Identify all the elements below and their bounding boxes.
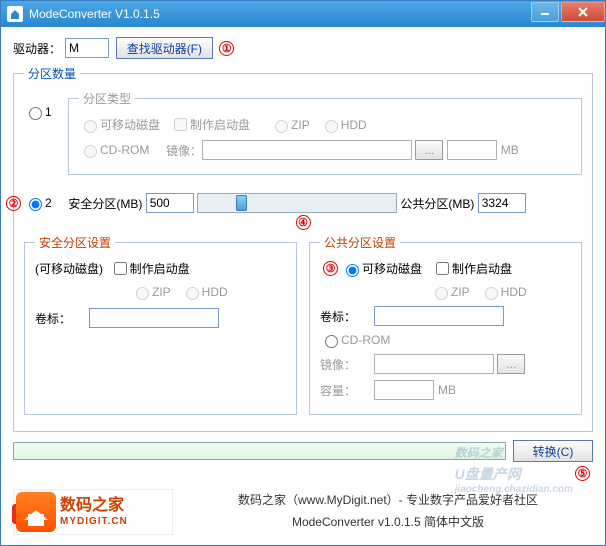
mark-3: ③ xyxy=(323,261,338,276)
secure-hdd: HDD xyxy=(181,284,228,300)
pt-cdrom: CD-ROM xyxy=(79,142,149,158)
public-vol-label: 卷标： xyxy=(320,308,374,325)
public-capacity-label: 容量： xyxy=(320,382,374,399)
public-browse-button: ... xyxy=(497,354,525,374)
mark-4: ④ xyxy=(296,215,311,230)
secure-sub: (可移动磁盘) xyxy=(35,260,103,277)
slider-thumb[interactable] xyxy=(236,195,247,211)
partition-count-legend: 分区数量 xyxy=(24,65,80,82)
minimize-button[interactable] xyxy=(531,2,559,22)
logo-house-icon xyxy=(16,492,56,532)
public-config-group: 公共分区设置 ③ 可移动磁盘 制作启动盘 ZIP HDD 卷标： xyxy=(309,234,582,415)
size-slider[interactable] xyxy=(197,193,397,213)
secure-makeboot[interactable]: 制作启动盘 xyxy=(110,259,190,278)
find-drive-button[interactable]: 查找驱动器(F) xyxy=(116,37,213,59)
pt-image-label: 镜像： xyxy=(166,142,202,159)
pt-zip: ZIP xyxy=(270,117,310,133)
footer-line1: 数码之家（www.MyDigit.net）- 专业数字产品爱好者社区 xyxy=(183,490,593,512)
public-image-label: 镜像： xyxy=(320,356,374,373)
pt-makeboot: 制作启动盘 xyxy=(170,115,250,134)
titlebar: ModeConverter V1.0.1.5 xyxy=(1,1,605,27)
public-mb: MB xyxy=(438,383,456,397)
pt-removable: 可移动磁盘 xyxy=(79,116,160,133)
mark-2: ② xyxy=(6,196,21,211)
window-title: ModeConverter V1.0.1.5 xyxy=(29,7,160,21)
pt-mb: MB xyxy=(501,143,519,157)
convert-button[interactable]: 转换(C) xyxy=(513,440,593,462)
app-icon xyxy=(7,6,23,22)
public-config-legend: 公共分区设置 xyxy=(320,234,400,251)
public-hdd: HDD xyxy=(480,284,527,300)
logo-domain: MYDIGIT.CN xyxy=(60,516,128,528)
partition-count-2[interactable]: 2 xyxy=(24,195,52,211)
public-cdrom[interactable]: CD-ROM xyxy=(320,332,390,348)
footer-text: 数码之家（www.MyDigit.net）- 专业数字产品爱好者社区 ModeC… xyxy=(183,490,593,533)
secure-size-input[interactable] xyxy=(146,193,194,213)
public-zip: ZIP xyxy=(430,284,470,300)
partition-count-1[interactable]: 1 xyxy=(24,104,52,120)
secure-vol-label: 卷标： xyxy=(35,310,89,327)
public-capacity-input xyxy=(374,380,434,400)
public-size-label: 公共分区(MB) xyxy=(400,195,474,212)
public-vol-input[interactable] xyxy=(374,306,504,326)
partition-type-legend: 分区类型 xyxy=(79,90,135,107)
pt-size-input xyxy=(447,140,497,160)
public-size-input[interactable] xyxy=(478,193,526,213)
public-removable[interactable]: 可移动磁盘 xyxy=(341,260,422,277)
secure-size-label: 安全分区(MB) xyxy=(68,195,142,212)
secure-config-legend: 安全分区设置 xyxy=(35,234,115,251)
drive-label: 驱动器： xyxy=(13,40,61,57)
pt-hdd: HDD xyxy=(320,117,367,133)
secure-vol-input[interactable] xyxy=(89,308,219,328)
pt-image-input xyxy=(202,140,412,160)
mark-1: ① xyxy=(219,41,234,56)
public-image-input xyxy=(374,354,494,374)
secure-zip: ZIP xyxy=(131,284,171,300)
mark-5: ⑤ xyxy=(575,466,590,481)
logo: 数码之家 MYDIGIT.CN xyxy=(13,489,173,535)
partition-count-group: 分区数量 1 分区类型 可移动磁盘 制作启动盘 ZIP HDD CD-RO xyxy=(13,65,593,432)
logo-brand: 数码之家 xyxy=(60,496,128,515)
drive-input[interactable] xyxy=(65,38,109,58)
partition-type-group: 分区类型 可移动磁盘 制作启动盘 ZIP HDD CD-ROM 镜像： .. xyxy=(68,90,582,175)
footer-line2: ModeConverter v1.0.1.5 简体中文版 xyxy=(183,512,593,534)
pt-browse-button: ... xyxy=(415,140,443,160)
secure-config-group: 安全分区设置 (可移动磁盘) 制作启动盘 ZIP HDD 卷标： xyxy=(24,234,297,415)
public-makeboot[interactable]: 制作启动盘 xyxy=(432,259,512,278)
progress-bar xyxy=(13,442,506,460)
close-button[interactable] xyxy=(561,2,605,22)
app-window: ModeConverter V1.0.1.5 驱动器： 查找驱动器(F) ① 分… xyxy=(0,0,606,546)
